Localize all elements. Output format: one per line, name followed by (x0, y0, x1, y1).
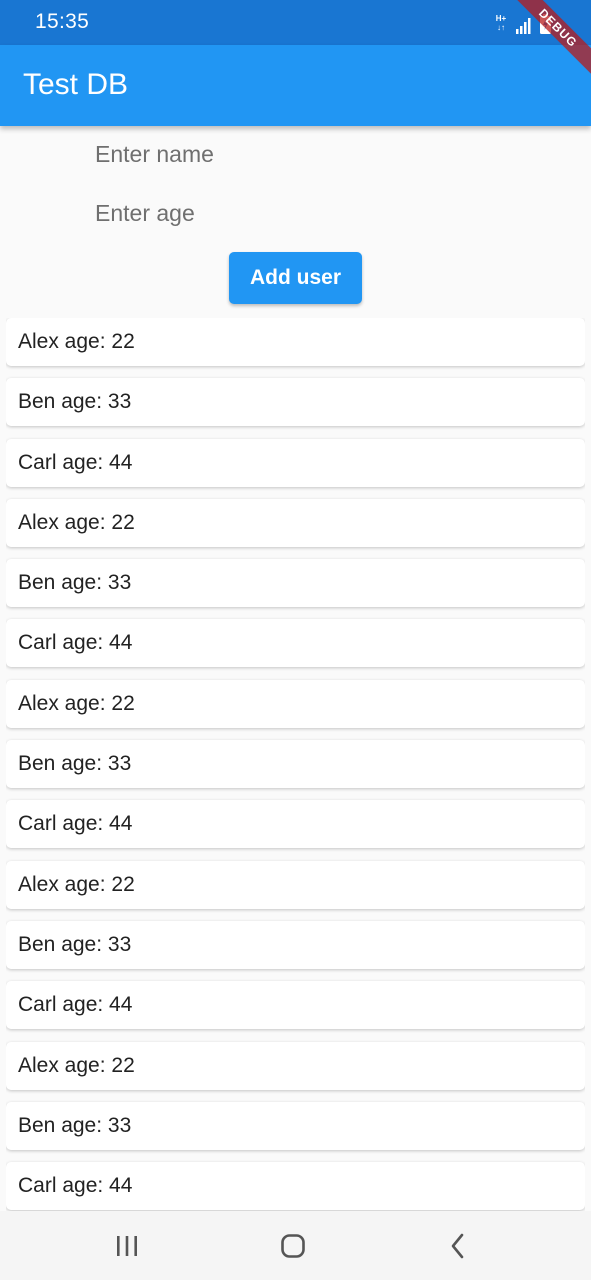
page-title: Test DB (23, 68, 129, 101)
network-type-label: H+ (495, 14, 507, 23)
list-item[interactable]: Ben age: 33 (6, 740, 585, 789)
list-item[interactable]: Alex age: 22 (6, 318, 585, 366)
list-item[interactable]: Ben age: 33 (6, 920, 585, 969)
list-item[interactable]: Carl age: 44 (6, 800, 585, 849)
list-item-text: Carl age: 44 (18, 450, 133, 474)
list-item-text: Ben age: 33 (18, 1113, 132, 1137)
back-icon[interactable] (438, 1231, 478, 1261)
debug-banner: DEBUG (511, 0, 591, 80)
list-item[interactable]: Ben age: 33 (6, 1101, 585, 1150)
list-item-text: Alex age: 22 (18, 330, 135, 353)
list-item-text: Alex age: 22 (18, 1053, 135, 1077)
recents-icon[interactable] (107, 1231, 147, 1261)
list-item[interactable]: Ben age: 33 (6, 378, 585, 427)
list-item[interactable]: Alex age: 22 (6, 498, 585, 547)
list-item[interactable]: Alex age: 22 (6, 679, 585, 728)
app-bar: Test DB (0, 45, 591, 126)
list-item-text: Carl age: 44 (18, 631, 133, 655)
add-user-button[interactable]: Add user (229, 252, 362, 304)
status-time: 15:35 (35, 10, 90, 33)
home-icon[interactable] (273, 1231, 313, 1261)
list-item-text: Alex age: 22 (18, 510, 135, 534)
user-list[interactable]: Alex age: 22 Ben age: 33 Carl age: 44 Alex … (6, 318, 585, 1211)
list-item[interactable]: Alex age: 22 (6, 1041, 585, 1090)
list-item-text: Carl age: 44 (18, 812, 133, 836)
list-item-text: Ben age: 33 (18, 571, 132, 595)
list-item[interactable]: Carl age: 44 (6, 1162, 585, 1211)
list-item-text: Ben age: 33 (18, 752, 132, 776)
list-item[interactable]: Ben age: 33 (6, 559, 585, 608)
navigation-bar (0, 1211, 591, 1280)
list-item[interactable]: Carl age: 44 (6, 981, 585, 1030)
list-item-text: Carl age: 44 (18, 993, 133, 1017)
list-item[interactable]: Carl age: 44 (6, 619, 585, 668)
list-item[interactable]: Carl age: 44 (6, 438, 585, 487)
debug-ribbon-label: DEBUG (511, 0, 591, 77)
list-item-text: Alex age: 22 (18, 872, 135, 896)
list-item[interactable]: Alex age: 22 (6, 860, 585, 909)
list-item-text: Alex age: 22 (18, 691, 135, 715)
list-item-text: Ben age: 33 (18, 390, 132, 414)
status-bar: 15:35 H+ ↓↑ (0, 0, 591, 45)
list-item-text: Carl age: 44 (18, 1174, 133, 1198)
age-input[interactable] (95, 191, 495, 235)
name-input[interactable] (95, 132, 495, 176)
list-item-text: Ben age: 33 (18, 932, 132, 956)
network-type-icon: H+ ↓↑ (495, 14, 507, 32)
